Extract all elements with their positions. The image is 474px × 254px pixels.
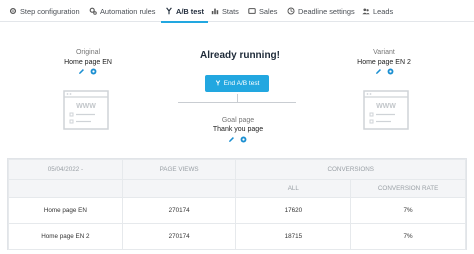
tab-label: Step configuration <box>20 6 80 16</box>
conversions-all-cell: 17620 <box>235 197 352 224</box>
eye-icon[interactable] <box>240 136 247 143</box>
www-text: WWW <box>76 103 96 110</box>
pencil-icon[interactable] <box>78 68 85 75</box>
tab-stats[interactable]: Stats <box>211 0 239 22</box>
original-actions <box>78 68 97 75</box>
eye-icon[interactable] <box>90 68 97 75</box>
cogs-icon <box>89 7 97 15</box>
tab-label: Deadline settings <box>298 6 355 16</box>
conversions-all-cell: 18715 <box>235 223 352 250</box>
tab-bar: Step configuration Automation rules A/B … <box>0 0 474 23</box>
conversion-rate-header: CONVERSION RATE <box>350 179 466 198</box>
conversion-rate-cell: 7% <box>350 223 466 250</box>
clock-icon <box>287 7 295 15</box>
tab-leads[interactable]: Leads <box>362 0 393 22</box>
goal-label: Goal page <box>221 117 255 124</box>
status-heading: Already running! <box>199 50 280 61</box>
tab-label: A/B test <box>176 6 204 16</box>
page-views-header: PAGE VIEWS <box>121 159 237 180</box>
divider-line <box>178 102 296 103</box>
fork-icon <box>165 7 173 15</box>
page-cell: Home page EN 2 <box>8 223 123 250</box>
fork-icon <box>215 79 221 88</box>
views-cell: 270174 <box>121 223 237 250</box>
pencil-icon[interactable] <box>228 136 235 143</box>
eye-icon[interactable] <box>387 68 394 75</box>
empty-header-cell <box>8 179 123 198</box>
browser-illustration-original: WWW <box>63 90 109 130</box>
variant-page-name: Home page EN 2 <box>357 59 411 66</box>
end-ab-test-label: End A/B test <box>223 80 260 87</box>
end-ab-test-button[interactable]: End A/B test <box>205 75 269 92</box>
tab-label: Sales <box>259 6 278 16</box>
tab-label: Stats <box>222 6 239 16</box>
goal-page-name: Thank you page <box>212 126 264 133</box>
original-page-name: Home page EN <box>64 59 112 66</box>
tab-ab-test[interactable]: A/B test <box>161 0 208 23</box>
variant-actions <box>375 68 394 75</box>
tab-automation-rules[interactable]: Automation rules <box>89 0 155 22</box>
pencil-icon[interactable] <box>375 68 382 75</box>
variant-label: Variant <box>373 49 395 56</box>
tab-label: Automation rules <box>100 6 156 16</box>
empty-header-cell <box>121 179 237 198</box>
original-label: Original <box>75 49 101 56</box>
table-row: Home page EN 270174 17620 7% <box>8 197 466 224</box>
views-cell: 270174 <box>121 197 237 224</box>
date-range-header[interactable]: 05/04/2022 - <box>8 159 123 180</box>
page-cell: Home page EN <box>8 197 123 224</box>
bar-chart-icon <box>211 7 219 15</box>
all-header: ALL <box>235 179 352 198</box>
gear-icon <box>9 7 17 15</box>
conversion-rate-cell: 7% <box>350 197 466 224</box>
conversions-header: CONVERSIONS <box>235 159 466 180</box>
browser-illustration-variant: WWW <box>363 90 409 130</box>
users-icon <box>362 7 370 15</box>
tab-step-configuration[interactable]: Step configuration <box>9 0 80 22</box>
goal-actions <box>228 136 247 143</box>
wallet-icon <box>248 7 256 15</box>
tab-deadline-settings[interactable]: Deadline settings <box>287 0 355 22</box>
tab-sales[interactable]: Sales <box>248 0 278 22</box>
table-row: Home page EN 2 270174 18715 7% <box>8 223 466 250</box>
stats-table: 05/04/2022 - PAGE VIEWS CONVERSIONS ALL … <box>7 158 467 250</box>
www-text: WWW <box>376 103 396 110</box>
tab-label: Leads <box>373 6 394 16</box>
connector-line <box>237 94 238 102</box>
